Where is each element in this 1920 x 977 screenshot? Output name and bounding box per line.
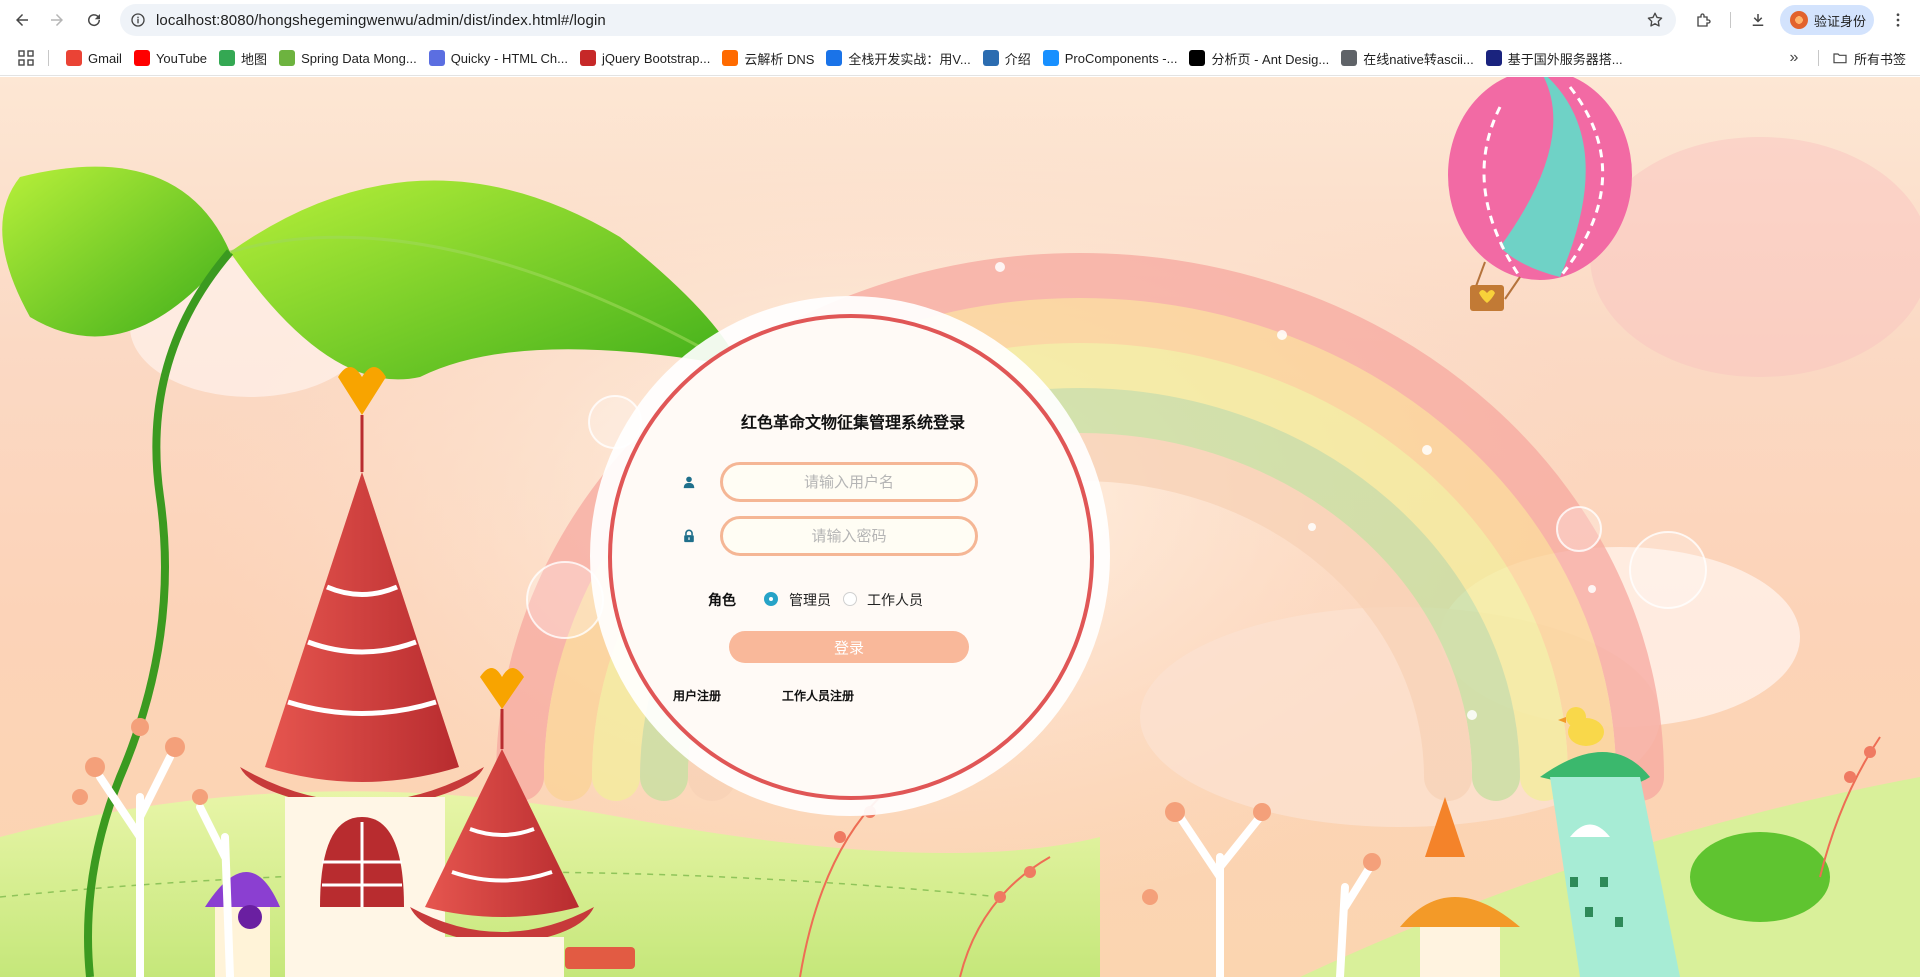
username-input[interactable] [720,462,978,502]
quicky-icon [428,50,445,66]
menu-button[interactable] [1882,4,1914,36]
bookmark-label: 地图 [241,51,268,67]
download-icon [1752,14,1764,26]
jquery-icon [579,50,596,66]
password-input[interactable] [720,516,978,556]
bookmark-item[interactable]: 介绍 [979,44,1039,72]
arrow-left-icon [16,14,28,26]
browser-toolbar: localhost:8080/hongshegemingwenwu/admin/… [0,0,1920,40]
back-button[interactable] [6,4,38,36]
kebab-menu-icon [1896,13,1900,27]
bookmark-item[interactable]: Gmail [62,44,130,72]
apps-grid-icon[interactable] [18,50,34,66]
bookmark-item[interactable]: 全栈开发实战：用V... [822,44,978,72]
login-title: 红色革命文物征集管理系统登录 [740,415,965,432]
reload-icon [88,14,101,27]
bookmark-label: Spring Data Mong... [301,50,417,66]
bookmark-label: 在线native转ascii... [1363,51,1474,67]
bookmark-item[interactable]: ProComponents -... [1039,44,1186,72]
lock-icon [684,529,694,543]
gmail-icon [66,50,82,66]
intro-icon [982,50,999,66]
role-label: 角色 [708,592,736,608]
aliyun-icon [722,50,739,66]
bookmark-label: 基于国外服务器搭... [1507,51,1623,67]
bookmark-item[interactable]: 基于国外服务器搭... [1482,44,1631,72]
bookmark-item[interactable]: jQuery Bootstrap... [576,44,718,72]
staff-register-link[interactable]: 工作人员注册 [782,687,854,704]
bookmark-item[interactable]: 在线native转ascii... [1337,44,1482,72]
radio-admin-label[interactable]: 管理员 [789,590,831,610]
bookmark-item[interactable]: 地图 [215,44,275,72]
procomponents-icon [1042,50,1059,66]
spring-icon [279,50,296,66]
reload-button[interactable] [78,4,110,36]
radio-staff[interactable] [843,592,857,606]
bookmarks-divider [48,50,49,66]
bookmark-label: jQuery Bootstrap... [601,50,711,66]
bookmark-label: 分析页 - Ant Desig... [1211,51,1330,67]
profile-label: 验证身份 [1814,13,1867,29]
user-register-link[interactable]: 用户注册 [673,687,721,704]
bookmark-item[interactable]: 分析页 - Ant Desig... [1185,44,1337,72]
youtube-icon [133,50,150,66]
radio-admin[interactable] [764,592,778,606]
bookmark-list: Gmail YouTube 地图 Spring Data Mong... Quicky … [62,40,1631,76]
maps-icon [219,50,236,66]
login-card [608,314,1094,800]
bookmark-label: Gmail [88,50,122,66]
avatar-icon [1790,11,1808,29]
m-icon [826,50,843,66]
bookmark-item[interactable]: 云解析 DNS [718,44,822,72]
bookmark-label: 云解析 DNS [744,51,815,67]
puzzle-icon [1697,13,1711,27]
bookmark-item[interactable]: Spring Data Mong... [275,44,425,72]
globe-icon [1341,50,1358,66]
bookmarks-divider-2 [1818,50,1819,66]
pro-icon [1189,50,1206,66]
toolbar-divider [1730,12,1731,28]
bookmark-label: 介绍 [1004,51,1031,67]
extensions-button[interactable] [1688,4,1720,36]
bookmark-label: ProComponents -... [1064,50,1178,66]
more-bookmarks-chevron-icon[interactable]: » [1780,44,1808,72]
bookmark-label: YouTube [155,50,208,66]
bookmark-star-icon[interactable] [1646,11,1664,34]
bookmark-label: Quicky - HTML Ch... [450,50,568,66]
forward-button[interactable] [41,4,73,36]
bookmark-item[interactable]: YouTube [130,44,215,72]
arrow-right-icon [51,14,63,26]
user-icon [683,476,695,489]
radio-staff-label[interactable]: 工作人员 [867,590,923,610]
bookmarks-bar: Gmail YouTube 地图 Spring Data Mong... Quicky … [0,40,1920,76]
server-icon [1485,50,1502,66]
address-bar[interactable]: localhost:8080/hongshegemingwenwu/admin/… [120,4,1676,36]
login-button[interactable]: 登录 [729,631,969,663]
bookmark-item[interactable]: Quicky - HTML Ch... [425,44,576,72]
url-text[interactable]: localhost:8080/hongshegemingwenwu/admin/… [156,12,606,29]
all-bookmarks-button[interactable]: 所有书签 [1832,44,1906,72]
profile-button[interactable]: 验证身份 [1780,5,1874,35]
bookmark-label: 全栈开发实战：用V... [848,51,971,67]
all-bookmarks-label: 所有书签 [1854,51,1907,67]
downloads-button[interactable] [1742,4,1774,36]
folder-icon [1833,53,1847,64]
site-info-icon[interactable] [120,12,156,28]
